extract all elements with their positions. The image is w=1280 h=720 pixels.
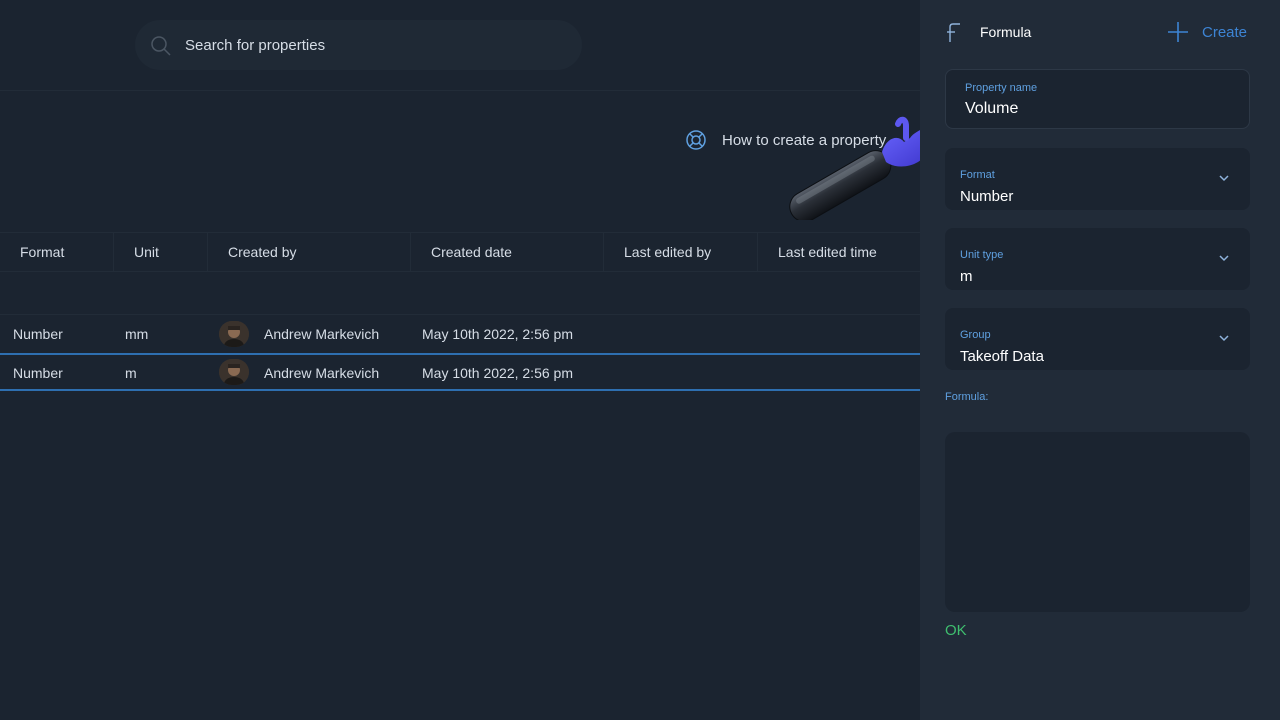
- cell-format: Number: [13, 326, 63, 342]
- table-row-selected[interactable]: Number m Andrew Markevich May 10th 2022,…: [0, 353, 920, 391]
- column-header-last-edited-by[interactable]: Last edited by: [603, 233, 757, 271]
- formula-icon: [947, 23, 960, 42]
- avatar: [219, 359, 249, 385]
- cell-format: Number: [13, 365, 63, 381]
- cell-created-date: May 10th 2022, 2:56 pm: [422, 326, 573, 342]
- unit-type-label: Unit type: [960, 249, 1004, 261]
- divider: [0, 90, 920, 91]
- column-header-created-by[interactable]: Created by: [207, 233, 410, 271]
- search-input[interactable]: [185, 20, 565, 70]
- unit-type-value: m: [960, 268, 973, 285]
- group-value: Takeoff Data: [960, 348, 1044, 365]
- create-button-label: Create: [1202, 23, 1248, 41]
- plus-icon: [1168, 22, 1188, 42]
- chevron-down-icon: [1219, 335, 1229, 342]
- avatar: [219, 321, 249, 347]
- cell-unit: m: [125, 365, 137, 381]
- format-label: Format: [960, 169, 995, 181]
- property-name-field[interactable]: Property name: [945, 69, 1250, 129]
- table-row[interactable]: Number mm Andrew Markevich May 10th 2022…: [0, 314, 920, 352]
- lifebuoy-icon: [686, 130, 706, 150]
- column-header-unit[interactable]: Unit: [113, 233, 207, 271]
- main-area: How to create a property Format Unit Cre…: [0, 0, 920, 720]
- column-header-last-edited-time[interactable]: Last edited time: [757, 233, 920, 271]
- column-header-format[interactable]: Format: [0, 233, 113, 271]
- group-select[interactable]: Group Takeoff Data: [945, 308, 1250, 370]
- chevron-down-icon: [1219, 175, 1229, 182]
- column-header-created-date[interactable]: Created date: [410, 233, 603, 271]
- chevron-down-icon: [1219, 255, 1229, 262]
- panel-title: Formula: [980, 24, 1032, 40]
- formula-label: Formula:: [945, 391, 989, 403]
- cell-created-by: Andrew Markevich: [264, 326, 380, 342]
- search-icon: [151, 36, 171, 56]
- property-name-input[interactable]: [965, 100, 1235, 118]
- property-name-label: Property name: [965, 82, 1038, 94]
- format-select[interactable]: Format Number: [945, 148, 1250, 210]
- unit-type-select[interactable]: Unit type m: [945, 228, 1250, 290]
- cell-created-by: Andrew Markevich: [264, 365, 380, 381]
- search-bar[interactable]: [135, 20, 582, 70]
- cell-created-date: May 10th 2022, 2:56 pm: [422, 365, 573, 381]
- group-label: Group: [960, 329, 991, 341]
- cell-unit: mm: [125, 326, 149, 342]
- create-button[interactable]: Create: [1166, 20, 1247, 44]
- table-header: Format Unit Created by Created date Last…: [0, 232, 920, 272]
- formula-input[interactable]: [945, 432, 1250, 612]
- ok-button[interactable]: OK: [945, 622, 967, 639]
- format-value: Number: [960, 188, 1014, 205]
